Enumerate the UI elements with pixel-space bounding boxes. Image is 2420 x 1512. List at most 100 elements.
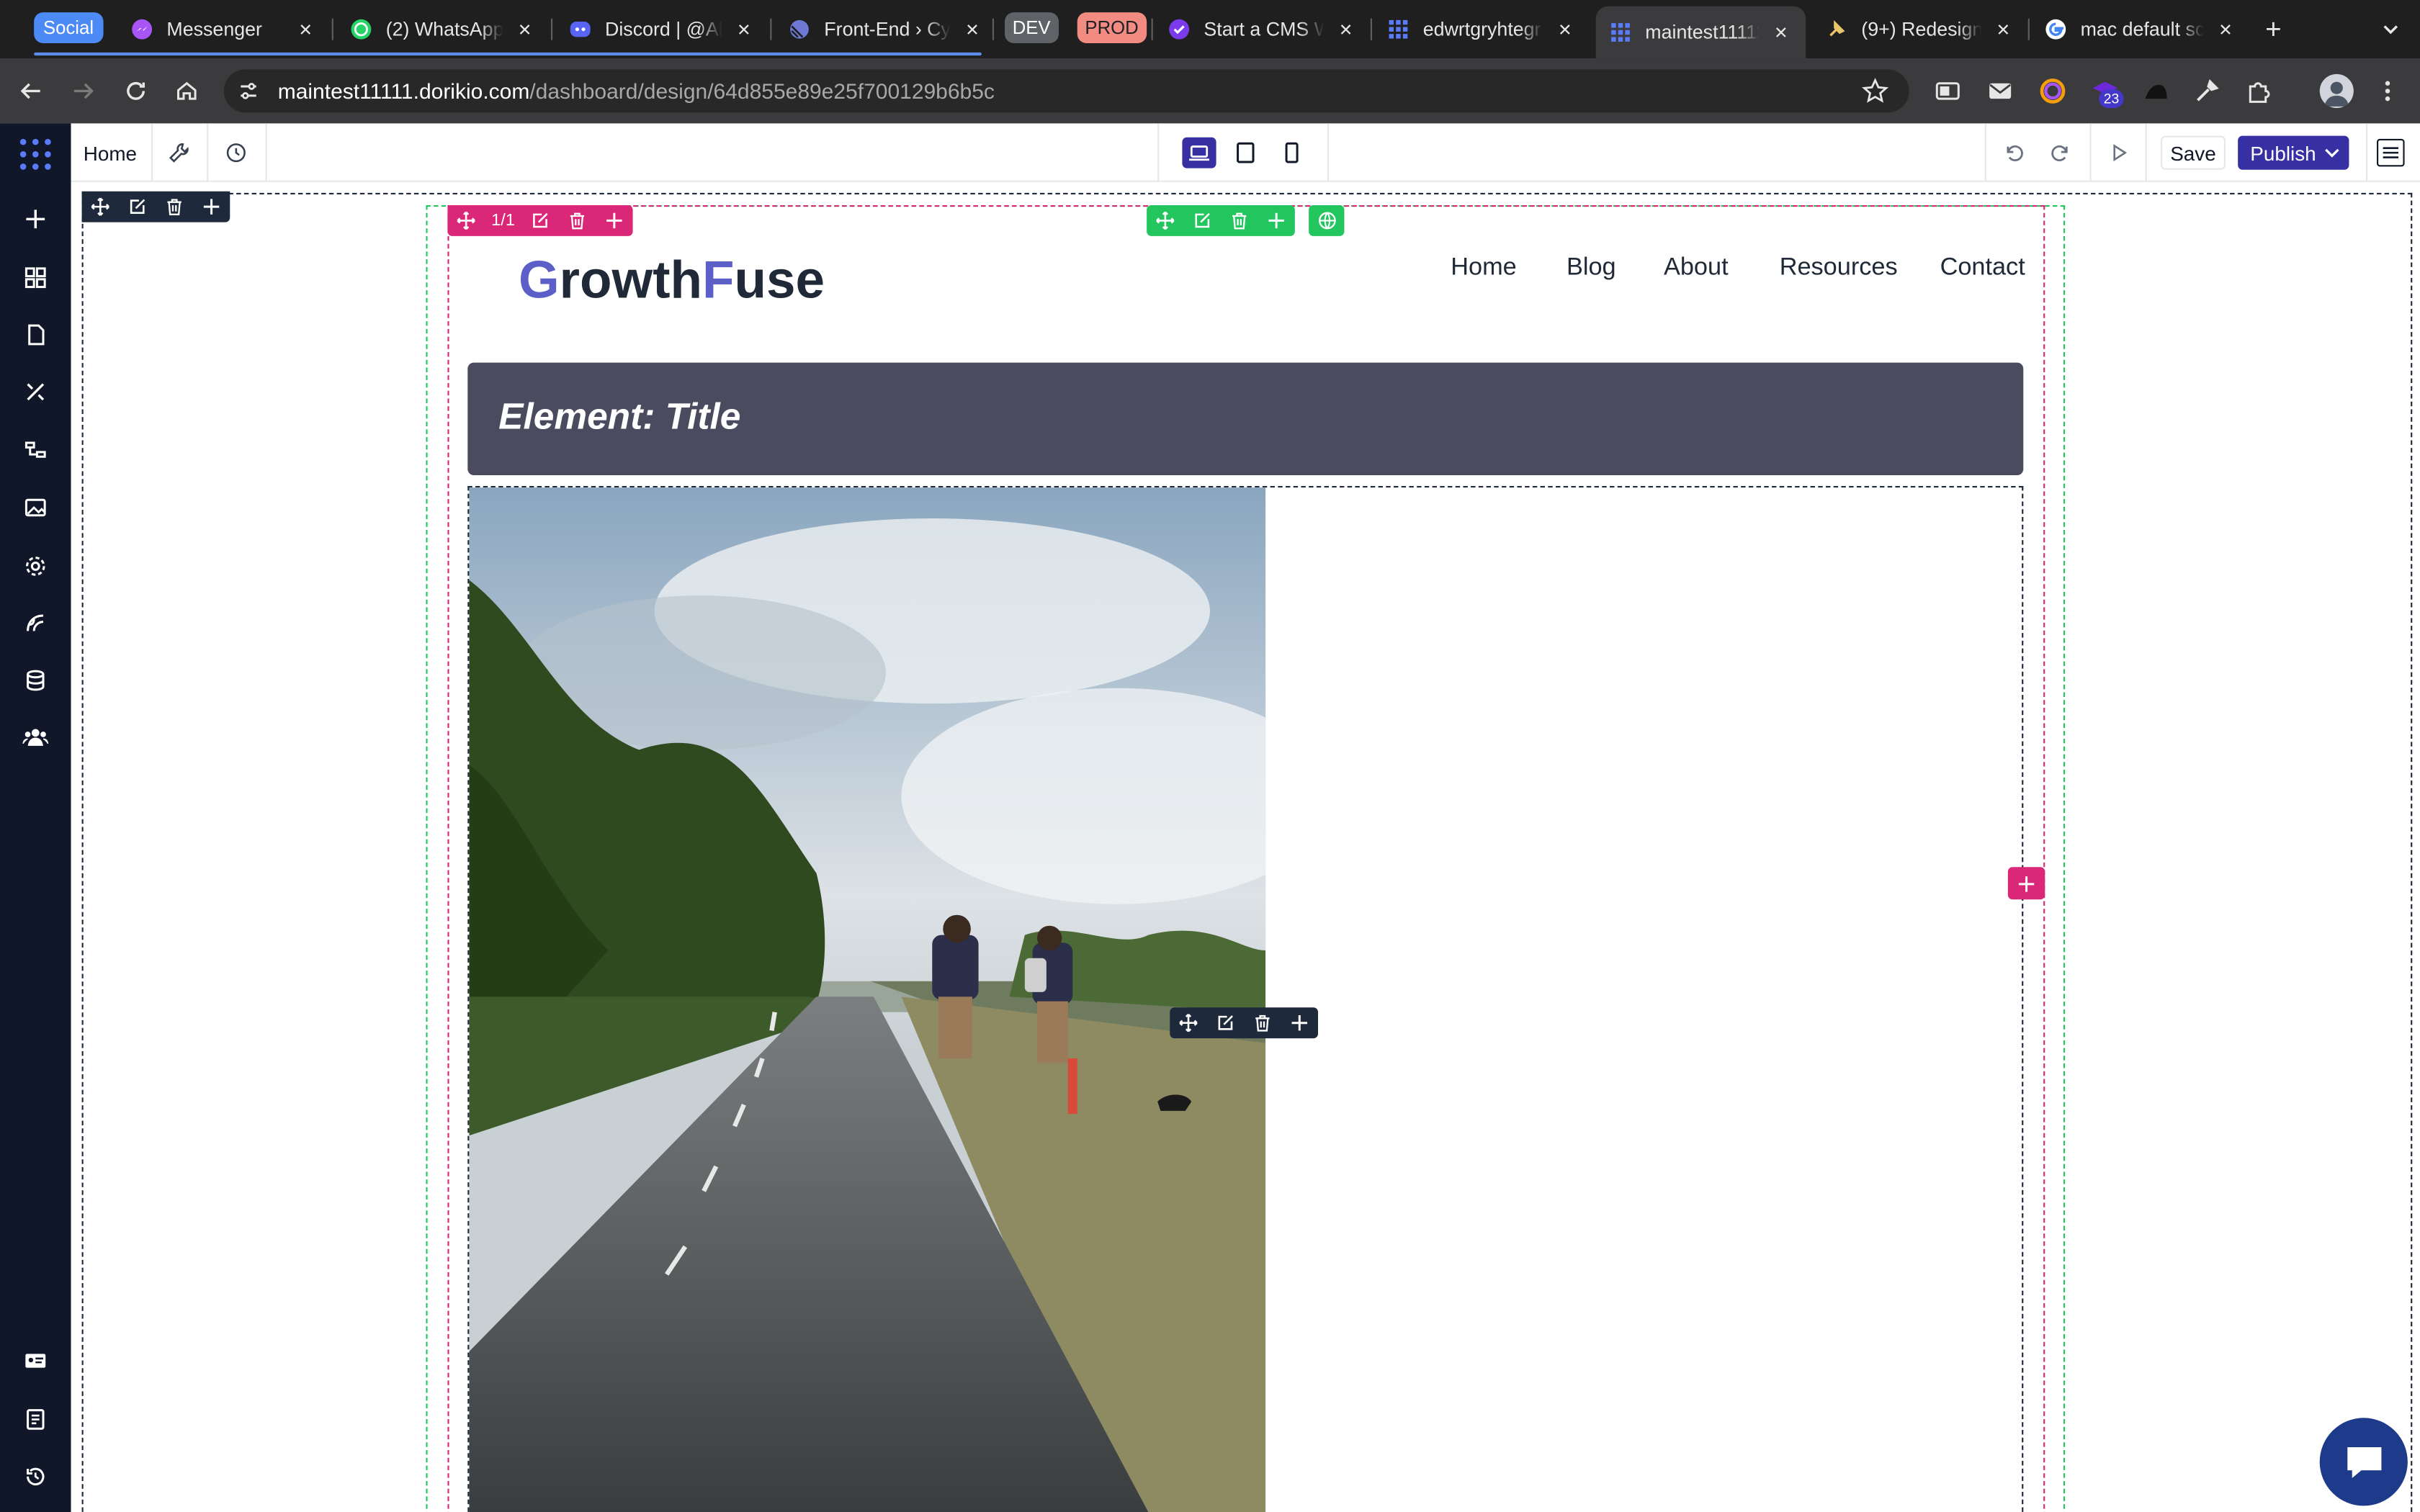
mobile-view-button[interactable] [1275, 138, 1309, 168]
tab-google[interactable]: mac default sc ✕ [2043, 9, 2238, 50]
new-tab-button[interactable]: + [2258, 9, 2289, 50]
move-icon[interactable] [1147, 205, 1183, 236]
page-selector[interactable]: Home [84, 142, 137, 165]
road-photo[interactable] [469, 487, 1266, 1512]
edit-icon[interactable] [119, 192, 156, 222]
close-icon[interactable]: ✕ [1333, 17, 1358, 42]
move-icon[interactable] [447, 205, 484, 236]
eyedropper-extension-icon[interactable] [2193, 77, 2221, 105]
edit-icon[interactable] [521, 205, 558, 236]
nav-link-resources[interactable]: Resources [1780, 253, 1898, 284]
publish-button[interactable]: Publish [2238, 135, 2349, 170]
docs-icon[interactable] [20, 1404, 51, 1435]
nav-link-contact[interactable]: Contact [1940, 253, 2025, 284]
add-icon[interactable] [596, 205, 632, 236]
wrench-icon[interactable] [163, 138, 194, 168]
tab-edwrt[interactable]: edwrtgryhtegr ✕ [1386, 9, 1577, 50]
redo-button[interactable] [2045, 138, 2076, 168]
revision-history-icon[interactable] [220, 138, 251, 168]
close-icon[interactable]: ✕ [732, 17, 756, 42]
tab-linear[interactable]: Front-End › Cy ✕ [787, 9, 985, 50]
media-icon[interactable] [20, 492, 51, 523]
add-icon[interactable] [193, 192, 230, 222]
reload-icon [123, 78, 148, 103]
edit-icon[interactable] [1207, 1007, 1244, 1038]
profile-extension-icon[interactable] [2142, 80, 2170, 102]
integrations-icon[interactable] [20, 608, 51, 639]
add-icon[interactable] [1258, 205, 1294, 236]
trash-icon[interactable] [1244, 1007, 1281, 1038]
tab-whatsapp[interactable]: (2) WhatsApp ✕ [349, 9, 537, 50]
column-ratio-label[interactable]: 1/1 [485, 205, 521, 236]
hamburger-menu-icon[interactable] [2377, 138, 2405, 167]
navigator-icon[interactable] [20, 435, 51, 466]
add-icon [2017, 874, 2036, 893]
trash-icon[interactable] [156, 192, 192, 222]
nav-link-home[interactable]: Home [1451, 253, 1516, 284]
id-card-icon[interactable] [20, 1346, 51, 1377]
dorik-logo-icon[interactable] [17, 136, 54, 173]
blocks-icon[interactable] [20, 262, 51, 293]
desktop-view-button[interactable] [1182, 137, 1216, 168]
back-button[interactable] [12, 73, 49, 109]
close-icon[interactable]: ✕ [2213, 17, 2238, 42]
color-picker-extension-icon[interactable] [2039, 77, 2067, 105]
kebab-menu-icon[interactable] [2377, 77, 2398, 105]
close-icon[interactable]: ✕ [1991, 17, 2015, 42]
reload-button[interactable] [117, 73, 154, 109]
puzzle-extensions-icon[interactable] [2246, 77, 2274, 105]
close-icon[interactable]: ✕ [960, 17, 985, 42]
global-section-button[interactable] [1309, 205, 1345, 236]
chat-widget-button[interactable] [2319, 1418, 2408, 1506]
editor-topbar: Home Save Publish [71, 123, 2420, 182]
edit-icon[interactable] [1184, 205, 1221, 236]
tab-badge-prod[interactable]: PROD [1077, 12, 1147, 43]
site-logo[interactable]: GrowthFuse [519, 250, 825, 312]
extension-sidepanel-icon[interactable] [1934, 77, 1962, 105]
trash-icon[interactable] [1221, 205, 1258, 236]
settings-gear-icon[interactable] [20, 551, 51, 582]
tab-search-button[interactable] [2374, 9, 2408, 50]
forward-button[interactable] [65, 73, 102, 109]
tab-separator [770, 18, 772, 40]
logo-letter-f: F [702, 251, 735, 310]
tab-messenger[interactable]: Messenger ✕ [130, 9, 318, 50]
move-icon[interactable] [1170, 1007, 1206, 1038]
tab-cms[interactable]: Start a CMS W ✕ [1167, 9, 1358, 50]
close-icon[interactable]: ✕ [293, 17, 318, 42]
tab-title: (2) WhatsApp [385, 18, 503, 40]
undo-button[interactable] [1999, 138, 2030, 168]
logo-letter-g: G [519, 251, 560, 310]
preview-button[interactable] [2104, 138, 2135, 168]
tab-group-label[interactable]: Social [34, 12, 103, 43]
logo-text-use: use [734, 251, 825, 310]
close-icon[interactable]: ✕ [1769, 20, 1793, 45]
add-icon[interactable] [1281, 1007, 1318, 1038]
nav-link-blog[interactable]: Blog [1567, 253, 1616, 284]
tab-maintest-active[interactable]: maintest11111. ✕ [1595, 6, 1806, 59]
mail-extension-icon[interactable] [1986, 77, 2015, 105]
profile-avatar[interactable] [2319, 73, 2354, 108]
close-icon[interactable]: ✕ [1553, 17, 1577, 42]
add-element-icon[interactable] [20, 204, 51, 235]
members-icon[interactable] [20, 722, 51, 753]
tab-discord[interactable]: Discord | @Ab ✕ [568, 9, 756, 50]
tablet-view-button[interactable] [1229, 138, 1263, 168]
move-icon[interactable] [82, 192, 119, 222]
design-tools-icon[interactable] [20, 377, 51, 408]
add-column-button[interactable] [2007, 867, 2045, 900]
close-icon[interactable]: ✕ [512, 17, 537, 42]
home-button[interactable] [169, 73, 205, 109]
cms-database-icon[interactable] [20, 665, 51, 696]
trash-icon[interactable] [559, 205, 596, 236]
address-url[interactable]: maintest11111.dorikio.com/dashboard/desi… [278, 77, 995, 105]
site-settings-icon[interactable] [236, 78, 261, 103]
save-button[interactable]: Save [2161, 135, 2226, 170]
tab-badge-dev[interactable]: DEV [1005, 12, 1059, 43]
nav-link-about[interactable]: About [1664, 253, 1729, 284]
bookmark-star-icon[interactable] [1861, 77, 1889, 105]
tab-redesign[interactable]: (9+) Redesign ✕ [1824, 9, 2016, 50]
title-banner[interactable]: Element: Title [467, 362, 2024, 475]
pages-icon[interactable] [20, 320, 51, 351]
history-icon[interactable] [20, 1461, 51, 1492]
